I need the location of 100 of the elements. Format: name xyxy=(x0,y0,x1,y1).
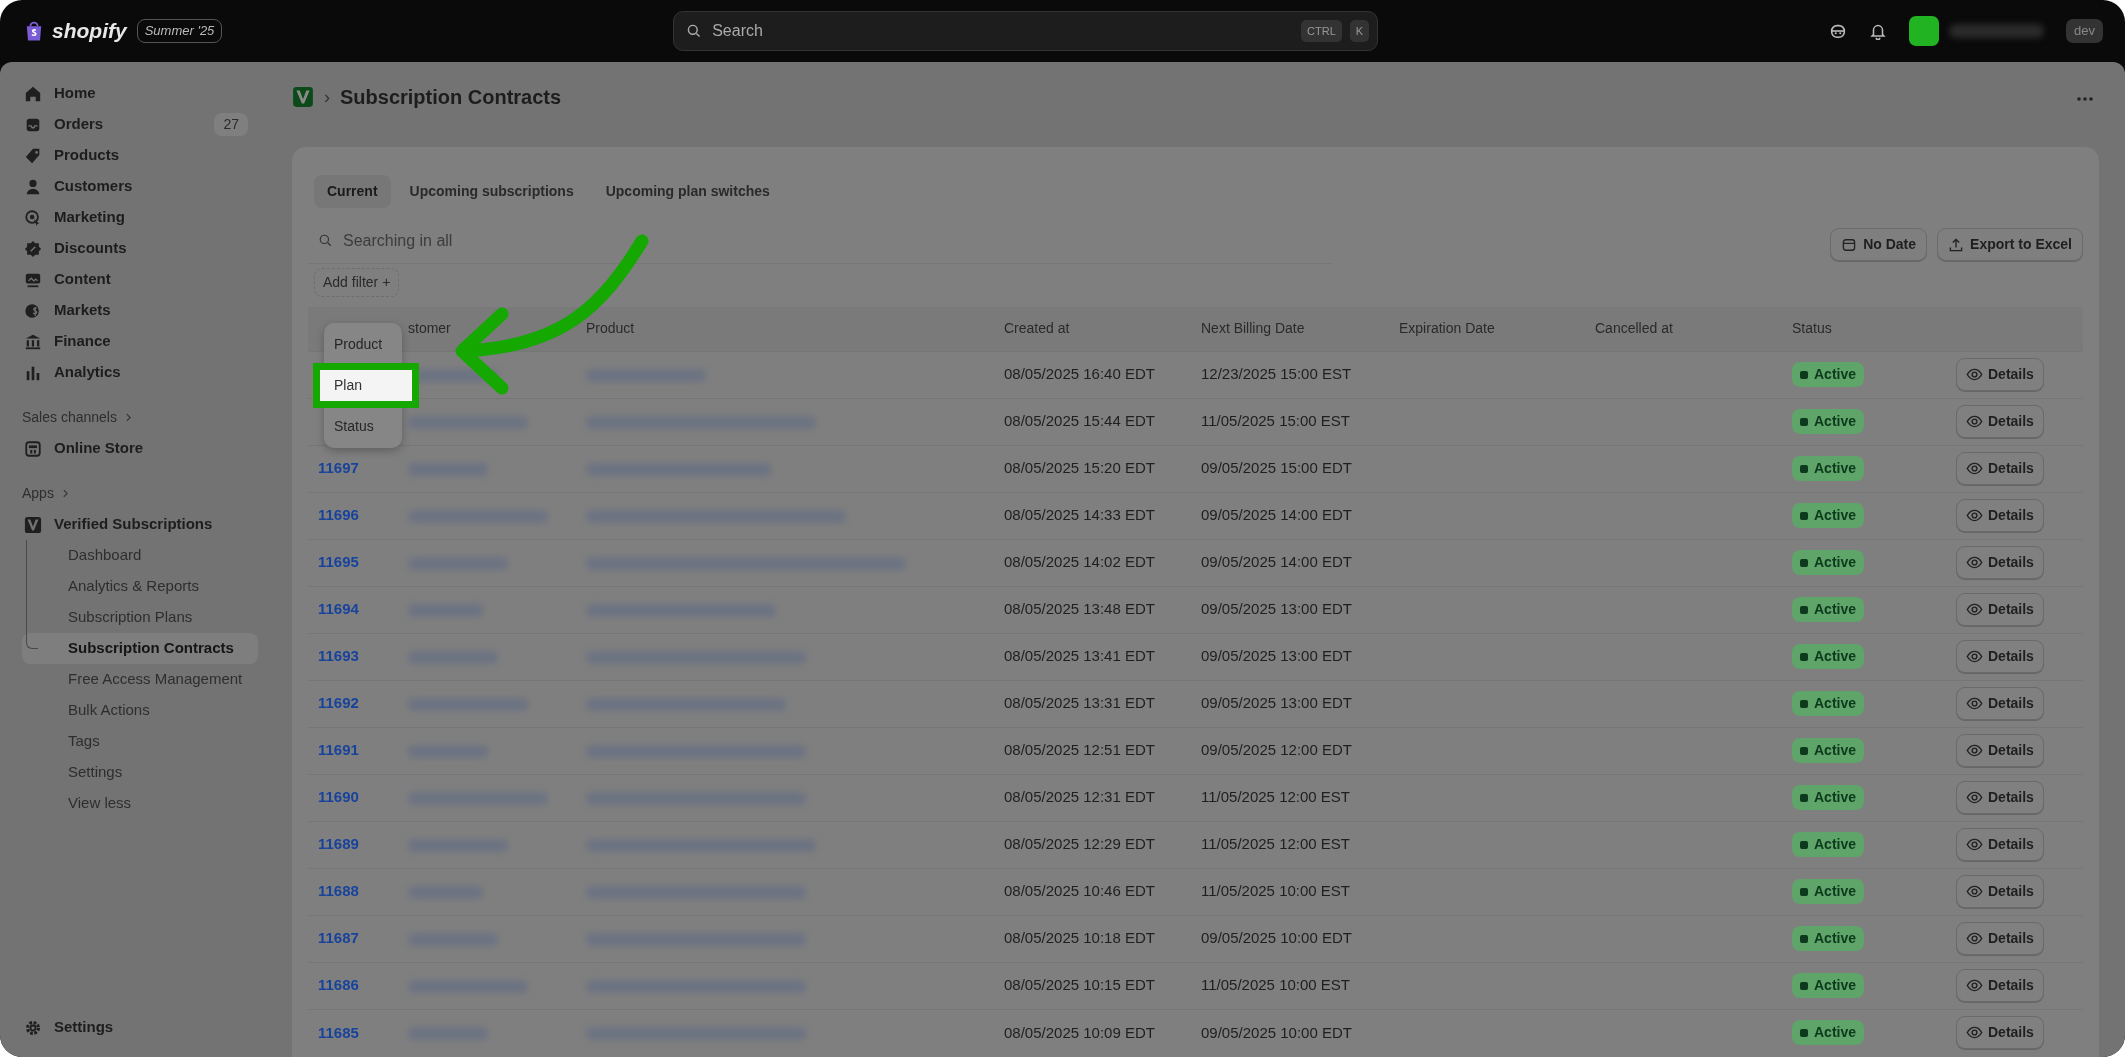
sidebar-item[interactable]: Home xyxy=(14,78,258,109)
status-badge: Active xyxy=(1792,503,1865,528)
sidebar-subitem[interactable]: Settings xyxy=(22,757,258,788)
sidebar-subitem[interactable]: Subscription Contracts xyxy=(22,633,258,664)
sidebar-item[interactable]: Markets xyxy=(14,295,258,326)
breadcrumb-separator: › xyxy=(324,85,330,109)
details-button[interactable]: Details xyxy=(1956,969,2044,1002)
date-text: 09/05/2025 12:00 EDT xyxy=(1201,741,1352,759)
bell-icon[interactable] xyxy=(1869,22,1888,40)
more-icon xyxy=(2077,96,2093,101)
contract-id-link[interactable]: 11692 xyxy=(318,694,359,712)
logo-text: shopify xyxy=(52,18,127,45)
avatar[interactable] xyxy=(1909,16,1940,46)
date-text: 08/05/2025 13:41 EDT xyxy=(1004,647,1155,665)
sidebar-item[interactable]: Products xyxy=(14,140,258,171)
app-logo-icon xyxy=(292,86,314,108)
details-button[interactable]: Details xyxy=(1956,781,2044,814)
search-bar[interactable]: Search CTRL K xyxy=(673,11,1379,51)
contract-id-link[interactable]: 11689 xyxy=(318,835,359,853)
sidebar-subitem[interactable]: Analytics & Reports xyxy=(22,571,258,602)
date-text: 08/05/2025 10:46 EDT xyxy=(1004,882,1155,900)
contract-id-link[interactable]: 11691 xyxy=(318,741,359,759)
details-button[interactable]: Details xyxy=(1956,452,2044,485)
sidebar-subitem[interactable]: Bulk Actions xyxy=(22,695,258,726)
contract-id-link[interactable]: 11685 xyxy=(318,1023,359,1041)
eye-icon xyxy=(1966,601,1983,618)
date-text: 09/05/2025 14:00 EDT xyxy=(1201,553,1352,571)
sidebar-item[interactable]: Customers xyxy=(14,171,258,202)
details-button[interactable]: Details xyxy=(1956,640,2044,673)
status-badge: Active xyxy=(1792,926,1865,951)
details-button[interactable]: Details xyxy=(1956,546,2044,579)
search-input[interactable]: Search xyxy=(710,18,1294,44)
contract-id-link[interactable]: 11690 xyxy=(318,788,359,806)
details-button[interactable]: Details xyxy=(1956,593,2044,626)
date-text: 09/05/2025 14:00 EDT xyxy=(1201,506,1352,524)
sidebar-item[interactable]: Discounts xyxy=(14,233,258,264)
column-header: Expiration Date xyxy=(1399,320,1495,337)
sidebar-item[interactable]: Online Store xyxy=(14,433,258,464)
date-text: 11/05/2025 10:00 EST xyxy=(1201,976,1350,994)
contract-id-link[interactable]: 11687 xyxy=(318,929,359,947)
eye-icon xyxy=(1966,366,1983,383)
search-icon xyxy=(686,23,703,39)
status-badge: Active xyxy=(1792,644,1865,669)
date-text: 09/05/2025 15:00 EDT xyxy=(1201,459,1352,477)
date-text: 09/05/2025 10:00 EDT xyxy=(1201,1023,1352,1041)
toolbar-button[interactable]: No Date xyxy=(1830,228,1928,261)
column-header: Next Billing Date xyxy=(1201,320,1305,337)
details-button[interactable]: Details xyxy=(1956,687,2044,720)
tab[interactable]: Current xyxy=(314,175,391,208)
sidebar-subitem[interactable]: View less xyxy=(22,788,258,819)
details-button[interactable]: Details xyxy=(1956,405,2044,438)
details-button[interactable]: Details xyxy=(1956,875,2044,908)
contract-id-link[interactable]: 11694 xyxy=(318,600,359,618)
tab[interactable]: Upcoming subscriptions xyxy=(396,175,587,208)
section-heading[interactable]: Apps xyxy=(22,483,54,504)
eye-icon xyxy=(1966,554,1983,571)
toolbar-button[interactable]: Export to Excel xyxy=(1937,228,2083,261)
sidebar-subitem[interactable]: Free Access Management xyxy=(22,664,258,695)
sidebar-item[interactable]: Analytics xyxy=(14,357,258,388)
contract-id-link[interactable]: 11693 xyxy=(318,647,359,665)
details-button[interactable]: Details xyxy=(1956,828,2044,861)
search-input[interactable]: Searching in all xyxy=(341,227,1323,254)
sidebar-item[interactable]: Verified Subscriptions xyxy=(14,509,258,540)
sidebar-item[interactable]: Settings xyxy=(14,1012,258,1043)
details-button[interactable]: Details xyxy=(1956,499,2044,532)
sidebar-subitem[interactable]: Tags xyxy=(22,726,258,757)
eye-icon xyxy=(1966,695,1983,712)
column-header: Created at xyxy=(1004,320,1070,337)
date-text: 08/05/2025 12:51 EDT xyxy=(1004,741,1155,759)
tab[interactable]: Upcoming plan switches xyxy=(592,175,783,208)
details-button[interactable]: Details xyxy=(1956,358,2044,391)
sidebar-item[interactable]: Content xyxy=(14,264,258,295)
date-text: 09/05/2025 13:00 EDT xyxy=(1201,600,1352,618)
section-heading[interactable]: Sales channels xyxy=(22,407,117,428)
menu-item[interactable]: Product xyxy=(324,329,402,360)
details-button[interactable]: Details xyxy=(1956,734,2044,767)
sidebar-item[interactable]: Finance xyxy=(14,326,258,357)
menu-item[interactable]: Status xyxy=(324,411,402,442)
contract-id-link[interactable]: 11688 xyxy=(318,882,359,900)
contract-id-link[interactable]: 11695 xyxy=(318,553,359,571)
app-logo-icon xyxy=(24,515,42,534)
details-button[interactable]: Details xyxy=(1956,1016,2044,1050)
date-text: 09/05/2025 13:00 EDT xyxy=(1201,647,1352,665)
gear-icon xyxy=(24,1018,42,1037)
status-badge: Active xyxy=(1792,597,1865,622)
details-button[interactable]: Details xyxy=(1956,922,2044,955)
contract-id-link[interactable]: 11696 xyxy=(318,506,359,524)
contract-id-link[interactable]: 11686 xyxy=(318,976,359,994)
search-bar[interactable]: Searching in all xyxy=(308,218,1333,264)
sidebar-item[interactable]: Orders 27 xyxy=(14,109,258,140)
sidebar-item[interactable]: Marketing xyxy=(14,202,258,233)
contract-id-link[interactable]: 11697 xyxy=(318,459,359,477)
status-badge: Active xyxy=(1792,973,1865,998)
sidebar-subitem[interactable]: Dashboard xyxy=(22,540,258,571)
date-text: 08/05/2025 15:44 EDT xyxy=(1004,412,1155,430)
date-text: 08/05/2025 13:48 EDT xyxy=(1004,600,1155,618)
add-filter-button[interactable]: Add filter + xyxy=(314,268,400,297)
sidebar-subitem[interactable]: Subscription Plans xyxy=(22,602,258,633)
status-badge: Active xyxy=(1792,879,1865,904)
status-badge: Active xyxy=(1792,550,1865,575)
